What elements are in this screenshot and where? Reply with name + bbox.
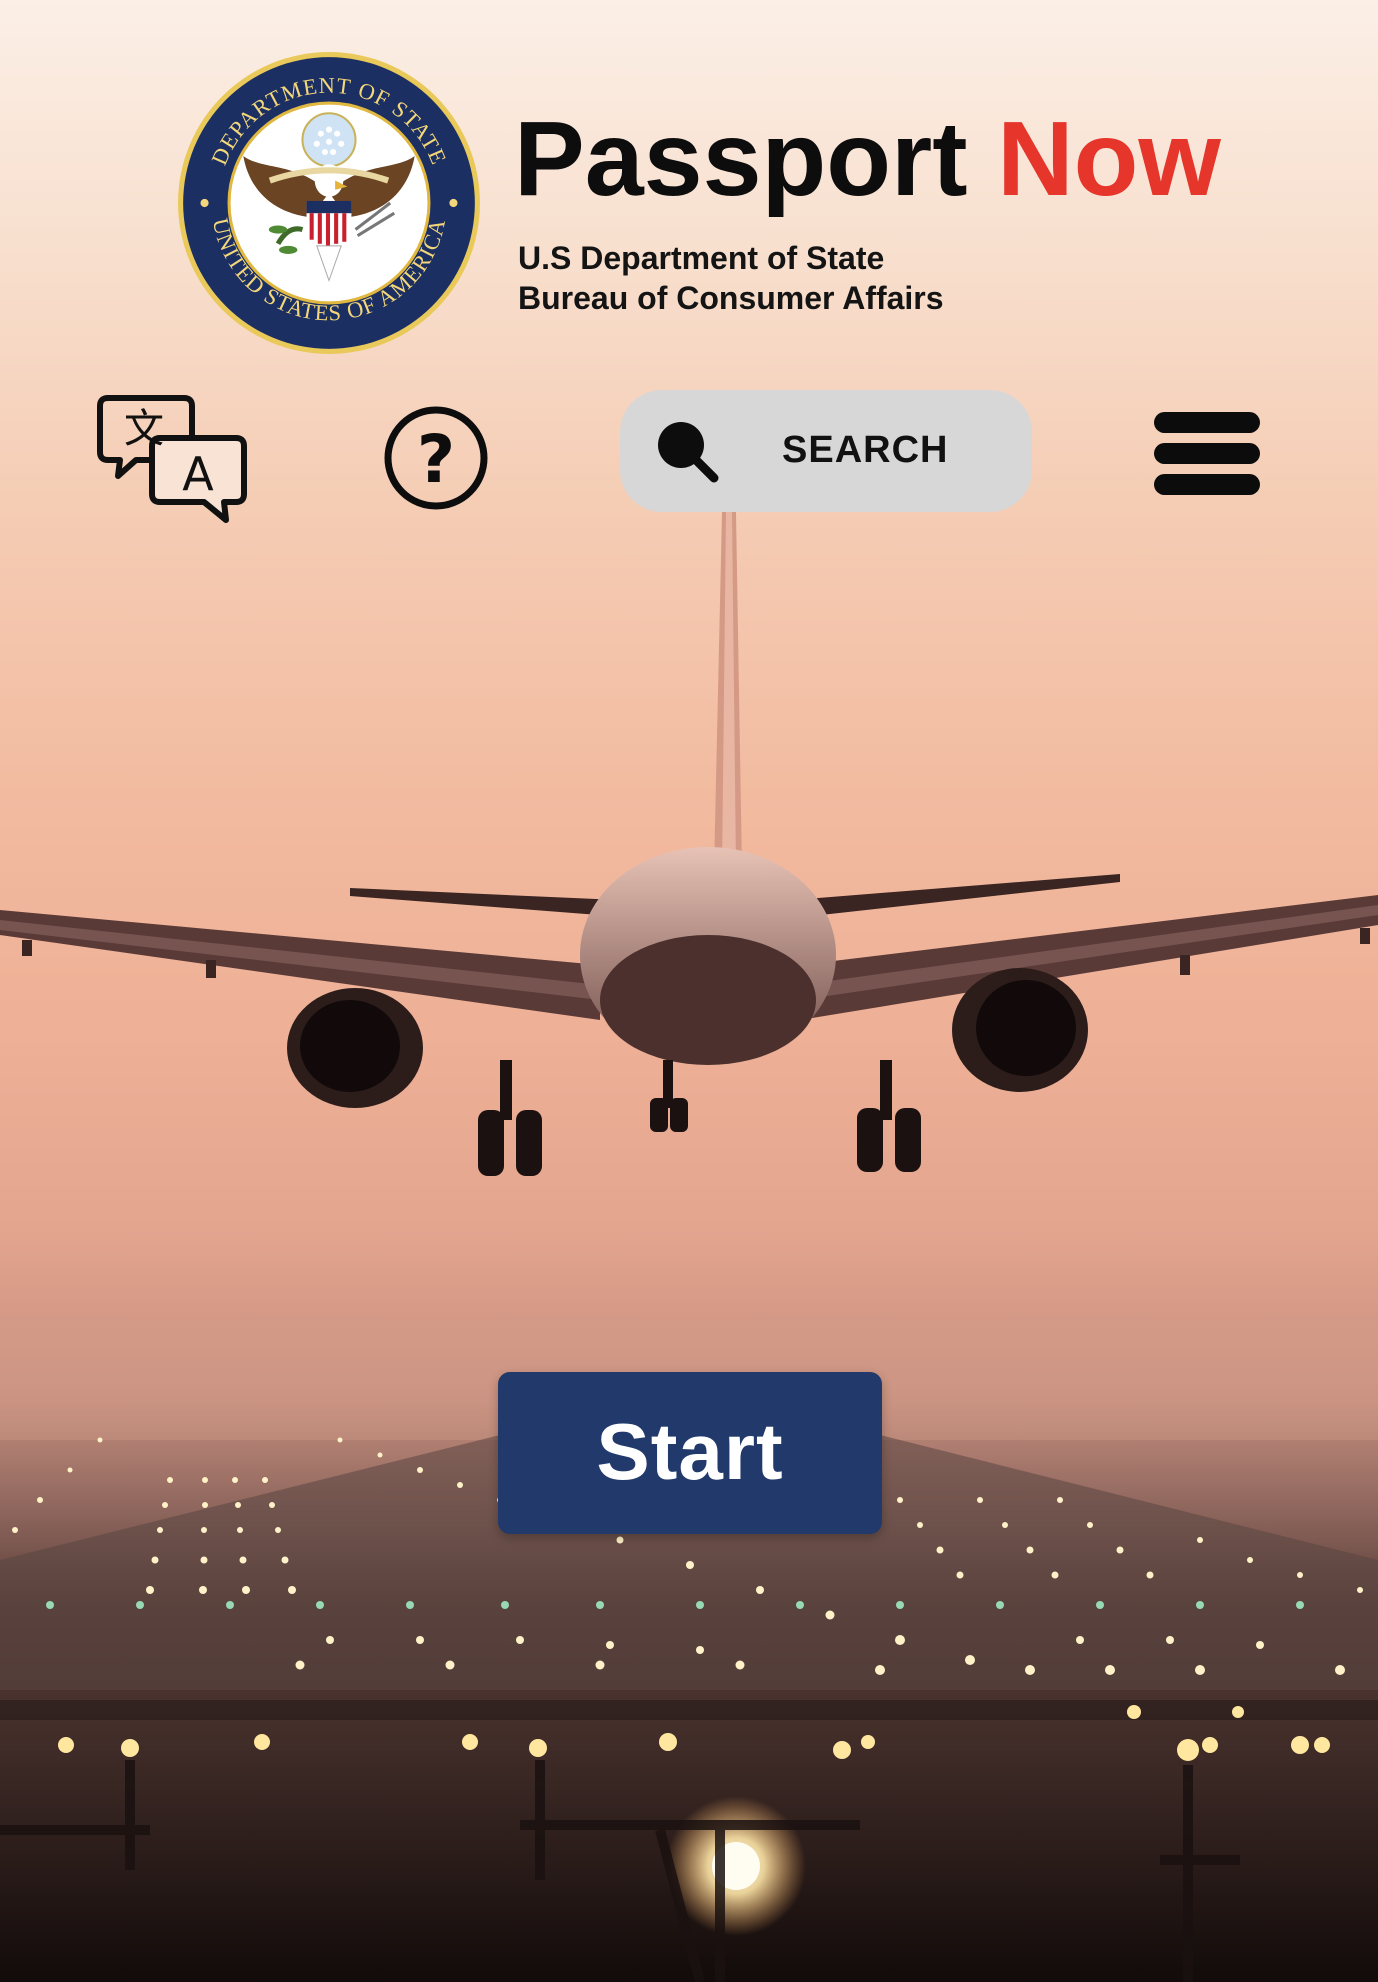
search-button[interactable]: SEARCH xyxy=(620,390,1032,512)
subtitle-line-2: Bureau of Consumer Affairs xyxy=(518,280,944,316)
passport-now-screen: DEPARTMENT OF STATE UNITED STATES OF AME… xyxy=(0,0,1378,1982)
app-subtitle: U.S Department of State Bureau of Consum… xyxy=(518,238,944,318)
menu-button[interactable] xyxy=(1154,410,1262,498)
translate-glyph-left: 文 xyxy=(124,406,164,452)
help-glyph: ? xyxy=(417,421,455,498)
app-title-accent: Now xyxy=(997,100,1221,218)
search-icon xyxy=(658,422,719,483)
app-title: Passport Now xyxy=(514,106,1221,212)
translate-button[interactable]: 文 A xyxy=(96,394,248,532)
airplane-silhouette xyxy=(0,512,1378,1176)
search-label: SEARCH xyxy=(782,429,949,471)
start-button[interactable]: Start xyxy=(498,1372,882,1534)
app-title-main: Passport xyxy=(514,100,968,218)
translate-icon: 文 A xyxy=(97,395,247,523)
help-button[interactable]: ? xyxy=(382,404,490,512)
start-button-label: Start xyxy=(596,1407,784,1496)
translate-glyph-right: A xyxy=(182,447,214,501)
department-of-state-seal-logo: DEPARTMENT OF STATE UNITED STATES OF AME… xyxy=(178,52,480,354)
hamburger-menu-icon xyxy=(1154,410,1262,498)
subtitle-line-1: U.S Department of State xyxy=(518,240,885,276)
help-circle-icon: ? xyxy=(384,406,488,510)
